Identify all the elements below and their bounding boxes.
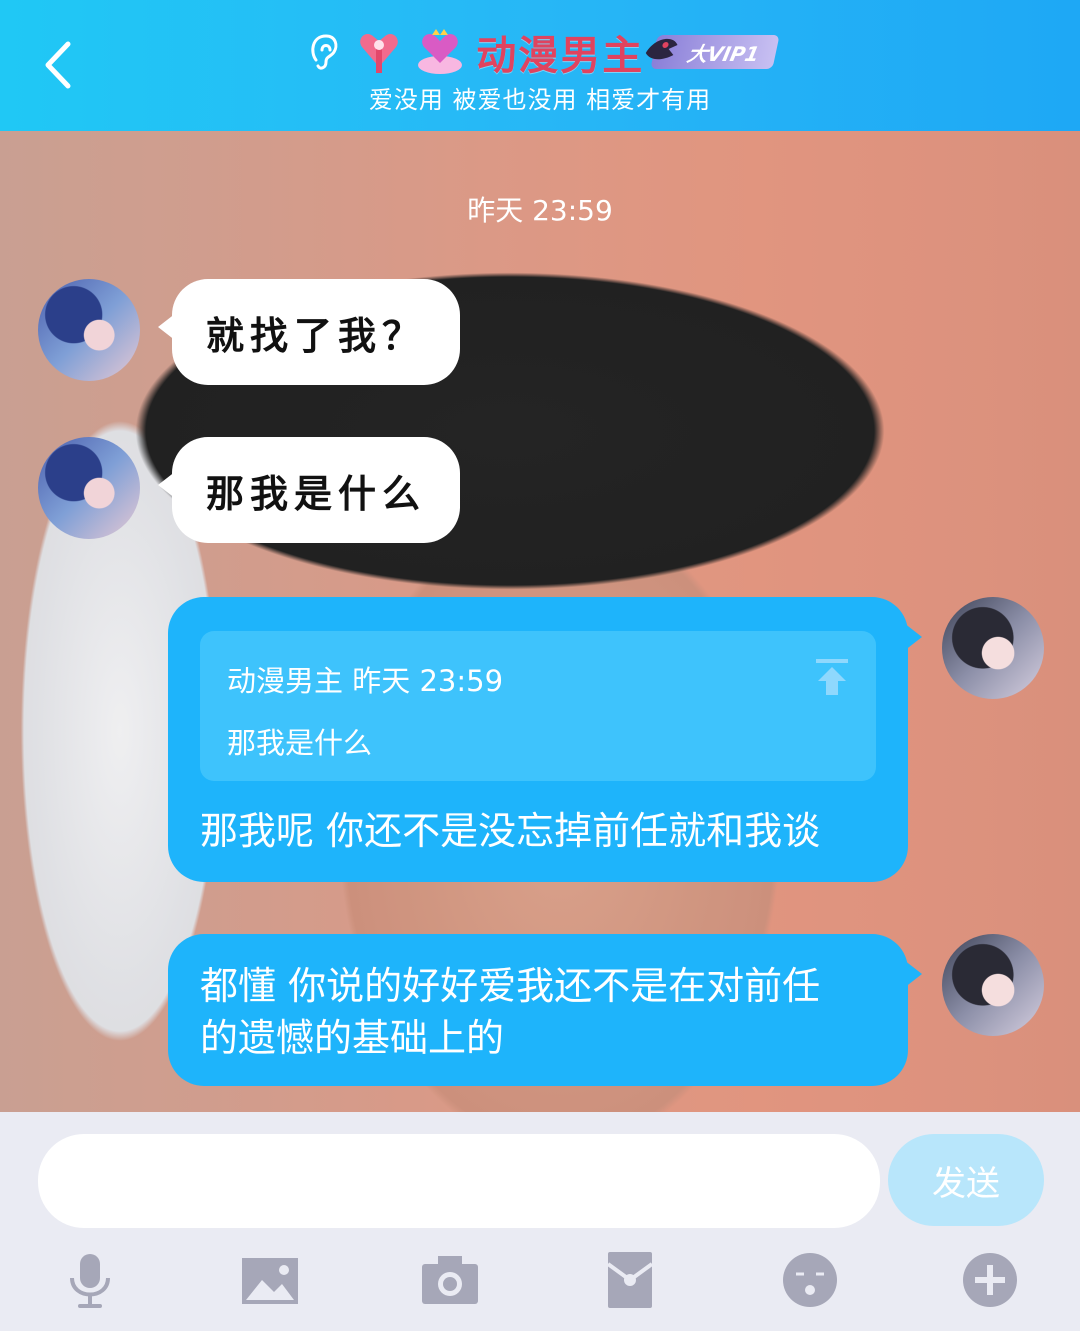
message-timestamp: 昨天 23:59 bbox=[467, 194, 613, 227]
ear-icon bbox=[311, 34, 338, 70]
message-text-line: 都懂 你说的好好爱我还不是在对前任 bbox=[200, 964, 821, 1008]
key-heart-icon bbox=[360, 34, 399, 73]
vip-badge: 大VIP1 bbox=[646, 35, 780, 69]
vip-label: 大VIP1 bbox=[685, 41, 762, 66]
quoted-text: 那我是什么 bbox=[227, 726, 373, 760]
title-row: 动漫男主 大VIP1 bbox=[0, 22, 1080, 82]
quoted-message-header: 动漫男主 昨天 23:59 bbox=[227, 655, 503, 707]
outgoing-message-bubble[interactable]: 动漫男主 昨天 23:59 那我是什么 那我呢 你还不是没忘掉前任就和我谈 bbox=[168, 597, 922, 882]
incoming-message-bubble[interactable]: 那我是什么 bbox=[157, 437, 461, 543]
message-text: 那我呢 你还不是没忘掉前任就和我谈 bbox=[200, 809, 821, 853]
image-icon[interactable] bbox=[240, 1250, 300, 1310]
plus-icon[interactable] bbox=[960, 1250, 1020, 1310]
bird-icon bbox=[646, 38, 678, 60]
outgoing-message-bubble[interactable]: 都懂 你说的好好爱我还不是在对前任 的遗憾的基础上的 bbox=[168, 934, 922, 1086]
emoji-icon[interactable] bbox=[780, 1250, 840, 1310]
microphone-icon[interactable] bbox=[60, 1250, 120, 1310]
incoming-message-bubble[interactable]: 就找了我？ bbox=[157, 279, 461, 385]
jump-to-top-icon[interactable] bbox=[816, 659, 848, 695]
message-text: 那我是什么 bbox=[206, 470, 427, 516]
chat-message-area[interactable]: 昨天 23:59 就找了我？ 那我是什么 动漫男主 昨天 23:59 那我是什么… bbox=[0, 131, 1080, 1112]
camera-icon[interactable] bbox=[420, 1250, 480, 1310]
crown-heart-icon bbox=[418, 29, 463, 74]
contact-avatar[interactable] bbox=[38, 437, 140, 539]
input-panel: 发送 bbox=[0, 1112, 1080, 1331]
quoted-time: 昨天 23:59 bbox=[352, 664, 504, 698]
message-input[interactable] bbox=[38, 1134, 880, 1228]
chat-header: 动漫男主 大VIP1 爱没用 被爱也没用 相爱才有用 bbox=[0, 0, 1080, 131]
quoted-author: 动漫男主 bbox=[227, 664, 344, 698]
contact-avatar[interactable] bbox=[38, 279, 140, 381]
message-text: 就找了我？ bbox=[206, 312, 427, 358]
send-button[interactable]: 发送 bbox=[888, 1134, 1044, 1226]
quoted-message[interactable]: 动漫男主 昨天 23:59 那我是什么 bbox=[200, 631, 876, 781]
user-avatar[interactable] bbox=[942, 934, 1044, 1036]
contact-signature: 爱没用 被爱也没用 相爱才有用 bbox=[368, 86, 712, 114]
red-packet-icon[interactable] bbox=[600, 1250, 660, 1310]
contact-nickname[interactable]: 动漫男主 bbox=[476, 23, 644, 81]
message-text-line: 的遗憾的基础上的 bbox=[200, 1016, 505, 1060]
user-avatar[interactable] bbox=[942, 597, 1044, 699]
